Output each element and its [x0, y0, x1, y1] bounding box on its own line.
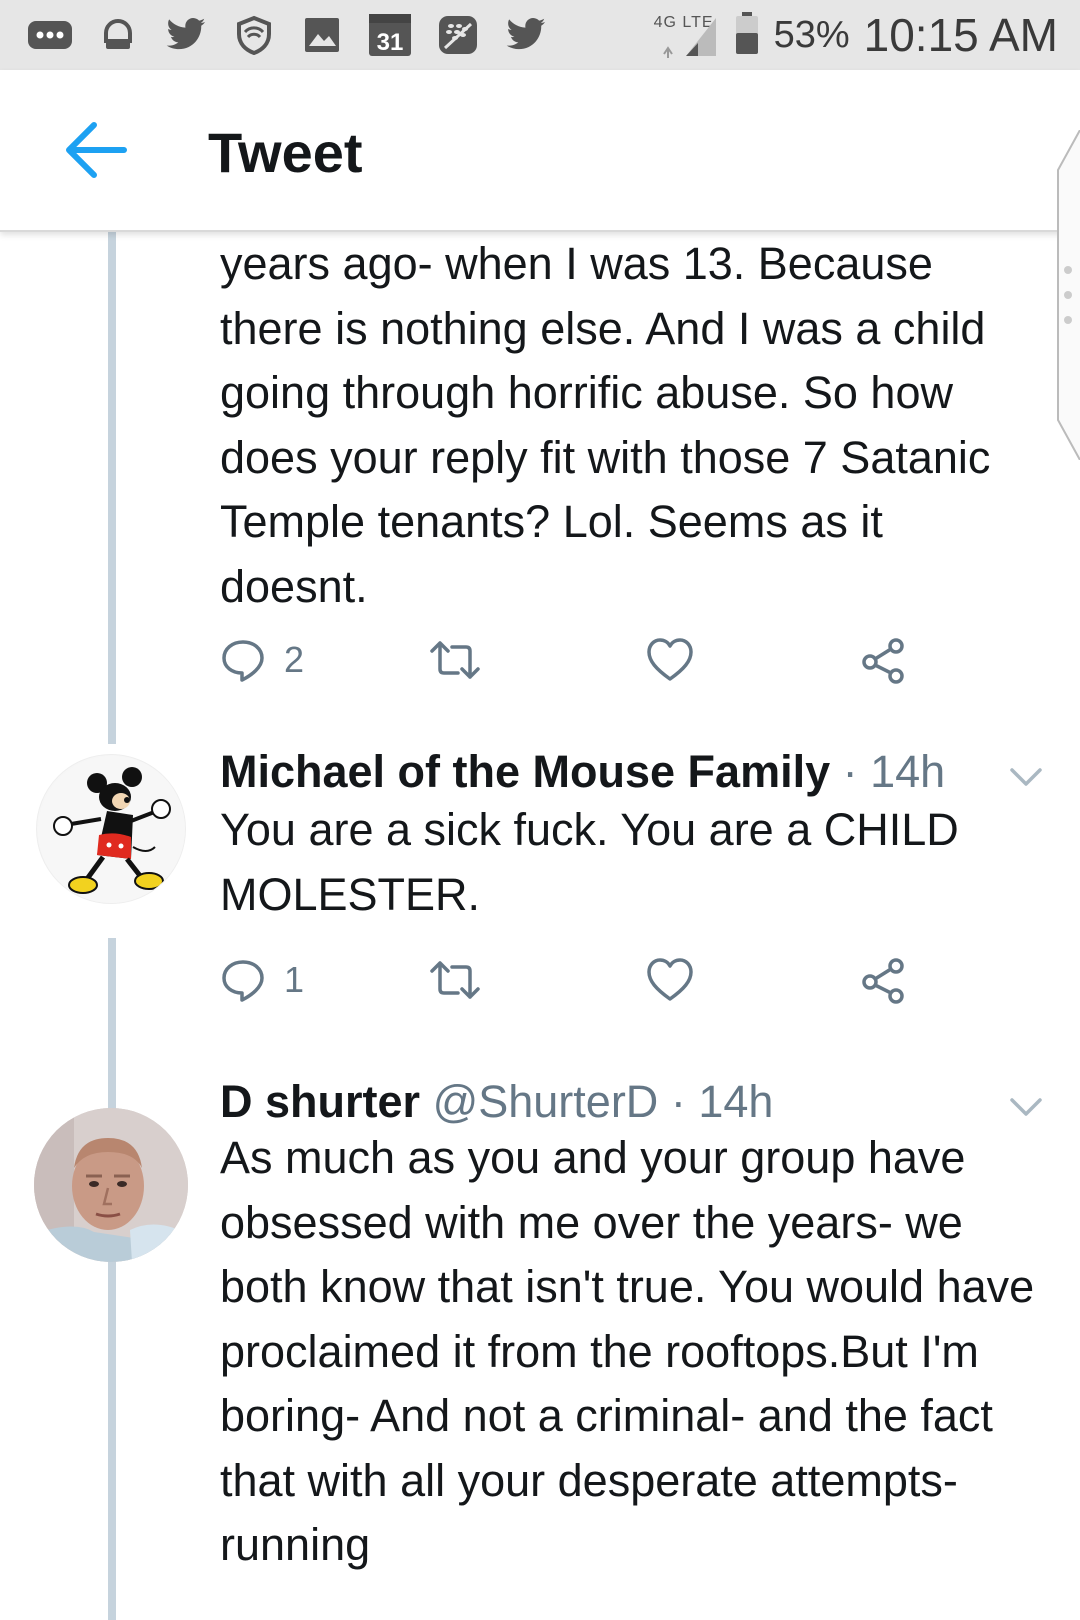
share-icon — [862, 638, 904, 684]
twitter-icon — [502, 15, 550, 55]
tweet-actions: 2 — [220, 632, 940, 688]
reply-icon — [222, 640, 264, 682]
chevron-down-icon — [1010, 1098, 1042, 1116]
blackberry-icon — [434, 15, 482, 55]
status-bar: 31 4G LTE 53% 10:15 AM — [0, 0, 1080, 70]
reply-button[interactable]: 1 — [220, 952, 304, 1008]
battery-icon — [734, 11, 760, 60]
tweet-options-button[interactable] — [1006, 1092, 1046, 1122]
heart-icon — [647, 958, 693, 1001]
avatar[interactable] — [36, 754, 186, 904]
tweet-text: You are a sick fuck. You are a CHILD MOL… — [220, 804, 959, 920]
heart-icon — [647, 638, 693, 681]
share-button[interactable] — [860, 632, 908, 688]
chevron-down-icon — [1010, 768, 1042, 786]
like-button[interactable] — [646, 632, 694, 688]
profile-photo-avatar — [34, 1108, 188, 1262]
app-header: Tweet — [0, 70, 1080, 232]
timestamp: · 14h — [842, 746, 946, 797]
retweet-button[interactable] — [428, 952, 482, 1008]
tweet-text: years ago- when I was 13. Because there … — [220, 238, 991, 612]
vpn-shield-icon — [230, 15, 278, 55]
edge-panel-handle[interactable] — [1056, 129, 1080, 461]
arrow-left-icon — [66, 122, 127, 178]
author-name[interactable]: Michael of the Mouse Family — [220, 746, 830, 797]
thread-line — [108, 232, 116, 744]
reply-button[interactable]: 2 — [220, 632, 304, 688]
status-time: 10:15 AM — [863, 9, 1058, 61]
tweet-options-button[interactable] — [1006, 762, 1046, 792]
avatar[interactable] — [34, 1108, 188, 1262]
calendar-icon: 31 — [366, 14, 414, 56]
thread-line — [108, 1272, 116, 1620]
retweet-icon — [430, 961, 480, 999]
voicemail-icon — [94, 15, 142, 55]
share-icon — [862, 958, 904, 1004]
reply-count: 2 — [284, 639, 305, 680]
author-name[interactable]: D shurter — [220, 1076, 420, 1127]
more-notifications-icon — [26, 15, 74, 55]
tweet-header: Michael of the Mouse Family · 14h — [220, 746, 945, 798]
back-button[interactable] — [54, 114, 134, 186]
like-button[interactable] — [646, 952, 694, 1008]
reply-count: 1 — [284, 959, 305, 1000]
tweet-text: As much as you and your group have obses… — [220, 1132, 1035, 1570]
author-handle[interactable]: @ShurterD — [433, 1076, 659, 1127]
gallery-icon — [298, 15, 346, 55]
battery-percent: 53% — [773, 13, 850, 56]
retweet-icon — [430, 641, 480, 679]
timestamp: · 14h — [670, 1076, 774, 1127]
tweet-actions: 1 — [220, 952, 940, 1008]
twitter-icon — [162, 15, 210, 55]
tweet-header: D shurter @ShurterD · 14h — [220, 1076, 773, 1128]
reply-icon — [222, 960, 264, 1002]
tweet-thread: years ago- when I was 13. Because there … — [0, 232, 1080, 1620]
page-title: Tweet — [208, 121, 363, 184]
mouse-cartoon-avatar — [38, 756, 185, 903]
share-button[interactable] — [860, 952, 908, 1008]
network-4g-lte-icon: 4G LTE — [654, 12, 720, 58]
calendar-day: 31 — [377, 29, 404, 56]
retweet-button[interactable] — [428, 632, 482, 688]
